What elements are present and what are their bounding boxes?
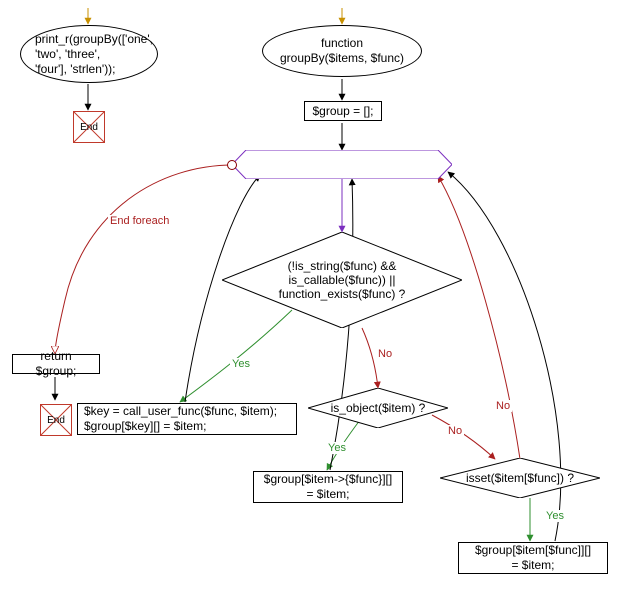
flowchart-canvas: print_r(groupBy(['one', 'two', 'three', … (0, 0, 633, 601)
cond-isobject-node: is_object($item) ? (308, 388, 448, 428)
function-decl-node: function groupBy($items, $func) (262, 25, 422, 77)
return-group-node: return $group; (12, 354, 100, 374)
call-print-node: print_r(groupBy(['one', 'two', 'three', … (20, 25, 158, 83)
function-decl-text: function groupBy($items, $func) (280, 36, 404, 66)
end-node-1: End (73, 111, 105, 143)
foreach-end-marker (227, 160, 237, 170)
label-yes-isobject: Yes (326, 442, 348, 454)
end-node-2-label: End (47, 415, 65, 426)
assign-arr-text: $group[$item[$func]][] = $item; (475, 543, 591, 573)
label-no-callable: No (376, 348, 394, 360)
label-yes-callable: Yes (230, 358, 252, 370)
assign-obj-text: $group[$item->{$func}][] = $item; (264, 472, 392, 502)
cond-isset-node: isset($item[$func]) ? (440, 458, 600, 498)
init-group-node: $group = []; (304, 101, 382, 121)
assign-key-text: $key = call_user_func($func, $item); $gr… (84, 404, 277, 434)
assign-arr-node: $group[$item[$func]][] = $item; (458, 542, 608, 574)
init-group-text: $group = []; (312, 104, 373, 119)
call-print-text: print_r(groupBy(['one', 'two', 'three', … (35, 32, 153, 77)
assign-key-node: $key = call_user_func($func, $item); $gr… (77, 403, 297, 435)
assign-obj-node: $group[$item->{$func}][] = $item; (253, 471, 403, 503)
cond-callable-node: (!is_string($func) && is_callable($func)… (222, 232, 462, 328)
label-no-isobject: No (446, 425, 464, 437)
label-end-foreach: End foreach (108, 215, 171, 227)
cond-isobject-text: is_object($item) ? (331, 401, 426, 415)
cond-callable-text: (!is_string($func) && is_callable($func)… (240, 259, 444, 301)
end-node-2: End (40, 404, 72, 436)
cond-isset-text: isset($item[$func]) ? (466, 471, 574, 485)
label-yes-isset: Yes (544, 510, 566, 522)
return-group-text: return $group; (19, 349, 93, 379)
end-node-1-label: End (80, 122, 98, 133)
label-no-isset: No (494, 400, 512, 412)
foreach-node: foreach ($items as $item) (232, 150, 452, 179)
